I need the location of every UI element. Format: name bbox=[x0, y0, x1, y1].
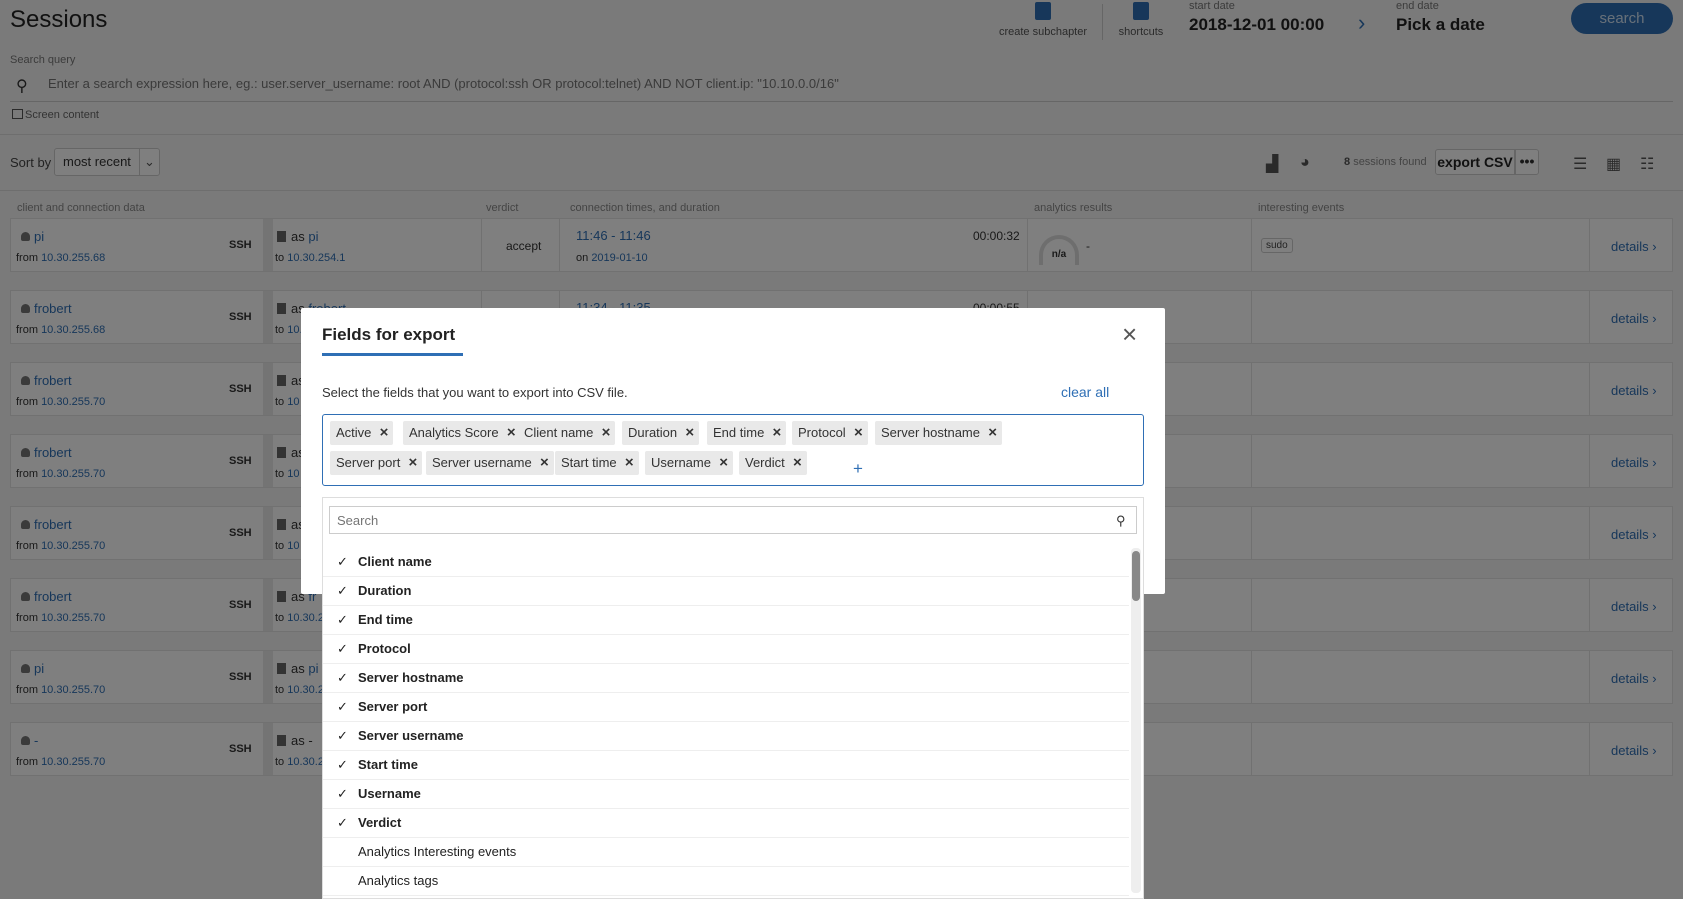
field-option-label: Client name bbox=[358, 554, 432, 569]
field-option[interactable]: Analytics tags bbox=[323, 867, 1129, 896]
field-chip: Verdict × bbox=[739, 451, 807, 475]
field-option-label: Analytics tags bbox=[358, 873, 439, 888]
remove-chip-icon[interactable]: × bbox=[409, 451, 418, 475]
field-chip: Server port × bbox=[330, 451, 423, 475]
field-chip: End time × bbox=[707, 421, 787, 445]
field-chip: Analytics Score × bbox=[403, 421, 521, 445]
field-chip: Start time × bbox=[555, 451, 639, 475]
field-option[interactable]: ✓ Server hostname bbox=[323, 664, 1129, 693]
field-chip: Protocol × bbox=[792, 421, 868, 445]
field-option-label: Duration bbox=[358, 583, 412, 598]
chip-label: End time bbox=[713, 425, 765, 440]
check-icon: ✓ bbox=[337, 786, 348, 801]
remove-chip-icon[interactable]: × bbox=[602, 421, 611, 445]
dropdown-scrollbar[interactable] bbox=[1131, 548, 1141, 893]
check-icon: ✓ bbox=[337, 815, 348, 830]
field-option[interactable]: ✓ Start time bbox=[323, 751, 1129, 780]
field-chip: Active × bbox=[330, 421, 394, 445]
remove-chip-icon[interactable]: × bbox=[773, 421, 782, 445]
remove-chip-icon[interactable]: × bbox=[625, 451, 634, 475]
chip-label: Server port bbox=[336, 455, 401, 470]
close-icon[interactable]: × bbox=[1122, 321, 1137, 347]
field-option[interactable]: ✓ Server port bbox=[323, 693, 1129, 722]
field-option-label: Server hostname bbox=[358, 670, 464, 685]
chip-label: Duration bbox=[628, 425, 678, 440]
modal-description: Select the fields that you want to expor… bbox=[322, 385, 628, 400]
chip-label: Analytics Score bbox=[409, 425, 499, 440]
remove-chip-icon[interactable]: × bbox=[854, 421, 863, 445]
remove-chip-icon[interactable]: × bbox=[685, 421, 694, 445]
field-option-label: Server port bbox=[358, 699, 428, 714]
field-chip: Server username × bbox=[426, 451, 554, 475]
field-option[interactable]: ✓ Client name bbox=[323, 548, 1129, 577]
field-chip: Username × bbox=[645, 451, 733, 475]
field-option-label: Verdict bbox=[358, 815, 402, 830]
chip-label: Active bbox=[336, 425, 372, 440]
search-icon: ⚲ bbox=[1116, 513, 1126, 528]
chip-label: Server username bbox=[432, 455, 532, 470]
clear-all-link[interactable]: clear all bbox=[1061, 384, 1109, 400]
check-icon: ✓ bbox=[337, 554, 348, 569]
check-icon: ✓ bbox=[337, 670, 348, 685]
fields-list: ✓ Client name ✓ Duration ✓ End time ✓ Protocol ✓… bbox=[323, 548, 1129, 896]
chip-label: Protocol bbox=[798, 425, 846, 440]
remove-chip-icon[interactable]: × bbox=[793, 451, 802, 475]
check-icon: ✓ bbox=[337, 757, 348, 772]
field-search-input[interactable] bbox=[329, 506, 1137, 534]
chip-label: Start time bbox=[561, 455, 617, 470]
remove-chip-icon[interactable]: × bbox=[540, 451, 549, 475]
field-option[interactable]: Analytics Interesting events bbox=[323, 838, 1129, 867]
chip-label: Client name bbox=[524, 425, 594, 440]
field-option-label: Start time bbox=[358, 757, 418, 772]
field-option[interactable]: ✓ Server username bbox=[323, 722, 1129, 751]
field-option-label: Analytics Interesting events bbox=[358, 844, 517, 859]
modal-title: Fields for export bbox=[322, 325, 463, 356]
field-option[interactable]: ✓ Verdict bbox=[323, 809, 1129, 838]
field-option-label: End time bbox=[358, 612, 413, 627]
field-chip: Server hostname × bbox=[875, 421, 1002, 445]
check-icon: ✓ bbox=[337, 612, 348, 627]
chip-label: Username bbox=[651, 455, 711, 470]
field-option-label: Username bbox=[358, 786, 421, 801]
check-icon: ✓ bbox=[337, 583, 348, 598]
field-chip: Client name × bbox=[518, 421, 616, 445]
field-option-label: Protocol bbox=[358, 641, 411, 656]
fields-dropdown: ⚲ ✓ Client name ✓ Duration ✓ End time ✓ Protoco… bbox=[322, 497, 1144, 899]
field-chip: Duration × bbox=[622, 421, 700, 445]
remove-chip-icon[interactable]: × bbox=[380, 421, 389, 445]
chip-label: Server hostname bbox=[881, 425, 980, 440]
check-icon: ✓ bbox=[337, 728, 348, 743]
field-option[interactable]: ✓ Protocol bbox=[323, 635, 1129, 664]
field-option[interactable]: ✓ Username bbox=[323, 780, 1129, 809]
chip-label: Verdict bbox=[745, 455, 785, 470]
selected-fields-box[interactable]: + Active × Analytics Score × Client name × Dur… bbox=[322, 414, 1144, 486]
remove-chip-icon[interactable]: × bbox=[507, 421, 516, 445]
field-option[interactable]: ✓ End time bbox=[323, 606, 1129, 635]
check-icon: ✓ bbox=[337, 641, 348, 656]
check-icon: ✓ bbox=[337, 699, 348, 714]
remove-chip-icon[interactable]: × bbox=[719, 451, 728, 475]
add-field-icon[interactable]: + bbox=[853, 459, 863, 479]
field-option-label: Server username bbox=[358, 728, 464, 743]
scrollbar-thumb[interactable] bbox=[1132, 551, 1140, 601]
field-option[interactable]: ✓ Duration bbox=[323, 577, 1129, 606]
remove-chip-icon[interactable]: × bbox=[988, 421, 997, 445]
